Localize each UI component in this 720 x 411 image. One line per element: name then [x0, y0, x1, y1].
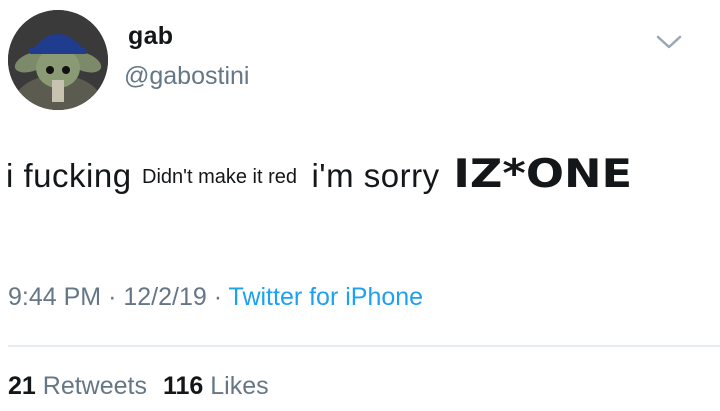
tweet-source-link[interactable]: Twitter for iPhone — [229, 283, 424, 311]
separator: · — [108, 283, 117, 311]
tweet-metadata: 9:44 PM · 12/2/19 · Twitter for iPhone — [8, 283, 423, 312]
retweets-stat[interactable]: 21 Retweets — [8, 372, 147, 400]
likes-count: 116 — [162, 372, 204, 400]
tweet-text-overlay: Didn't make it red — [136, 166, 304, 189]
retweets-label: Retweets — [42, 372, 147, 400]
tweet-text-part: i'm sorry — [311, 157, 440, 194]
likes-label: Likes — [210, 372, 269, 400]
retweets-count: 21 — [8, 372, 36, 400]
tweet-time[interactable]: 9:44 PM — [8, 283, 101, 311]
avatar-image — [8, 10, 108, 110]
likes-stat[interactable]: 116 Likes — [163, 372, 269, 400]
avatar[interactable] — [8, 10, 108, 110]
tweet-stats: 21 Retweets 116 Likes — [8, 372, 269, 401]
tweet-text: i fucking Didn't make it red i'm sorry I… — [6, 152, 720, 208]
tweet-text-part: i fucking — [6, 157, 132, 194]
tweet-text-overlay: IZ*ONE — [453, 152, 633, 197]
chevron-down-icon[interactable] — [655, 32, 683, 52]
display-name[interactable]: gab — [128, 22, 173, 51]
tweet-date[interactable]: 12/2/19 — [123, 283, 206, 311]
divider — [8, 345, 720, 347]
user-handle[interactable]: @gabostini — [124, 62, 249, 91]
separator: · — [213, 283, 223, 311]
